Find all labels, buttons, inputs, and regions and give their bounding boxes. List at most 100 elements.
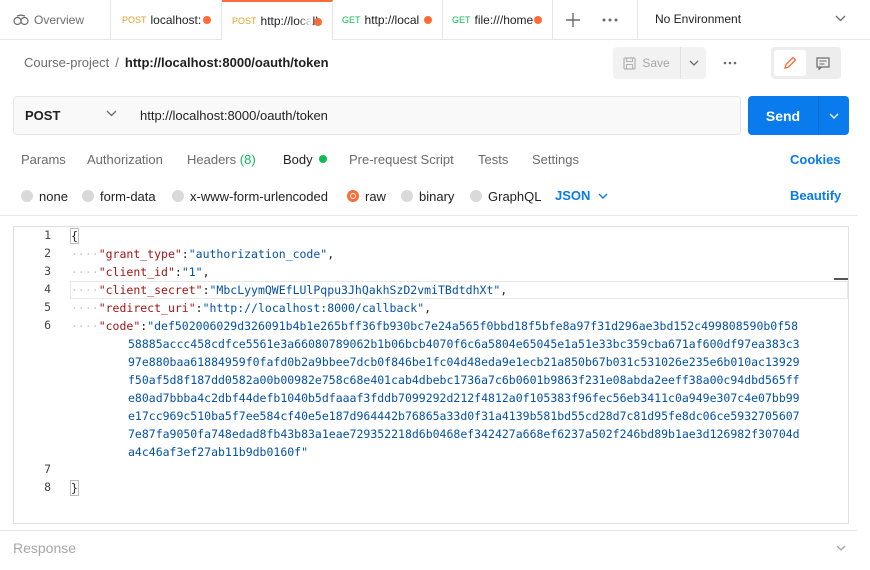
tab-authorization[interactable]: Authorization <box>87 152 163 167</box>
view-mode-toggle <box>771 47 841 79</box>
code-wrapped-line: f50af5d8f187dd0582a00b00982e758c68e401ca… <box>128 373 800 387</box>
environment-label: No Environment <box>655 12 742 26</box>
tab-get-local[interactable]: GET http://local <box>333 0 443 40</box>
line-number: 1 <box>44 228 51 242</box>
json-colon: : <box>202 283 210 297</box>
radio-label: x-www-form-urlencoded <box>190 188 328 204</box>
unsaved-dot <box>314 18 322 26</box>
json-value: "1" <box>181 265 203 279</box>
headers-count: (8) <box>239 152 256 167</box>
radio-button[interactable] <box>21 190 33 202</box>
json-colon: : <box>181 247 189 261</box>
body-indicator-dot <box>318 155 327 163</box>
radio-label: none <box>39 188 68 204</box>
tab-settings[interactable]: Settings <box>532 152 579 167</box>
code-line: ····"grant_type":"authorization_code", <box>71 245 334 263</box>
edit-mode-button[interactable] <box>774 50 806 76</box>
tab-fade <box>298 2 312 40</box>
line-number-gutter: 1 2 3 4 5 6 7 8 <box>14 227 69 523</box>
tab-tests[interactable]: Tests <box>478 152 508 167</box>
body-type-urlencoded[interactable]: x-www-form-urlencoded <box>172 188 328 204</box>
send-options-button[interactable] <box>818 96 849 135</box>
code-wrapped-line: e80ad7bbba4c2dbf44defb1040b5dfaaaf3fddb7… <box>128 391 800 405</box>
tab-post-token[interactable]: POST http://localh <box>222 0 333 40</box>
request-name[interactable]: http://localhost:8000/oauth/token <box>125 55 329 70</box>
json-key: "client_secret" <box>98 283 203 297</box>
tab-overview[interactable]: Overview <box>0 0 111 40</box>
line-number: 6 <box>44 318 51 332</box>
save-button[interactable]: Save <box>613 47 680 79</box>
divider <box>0 215 857 216</box>
unsaved-dot <box>424 16 432 24</box>
tab-label: localhost: <box>150 13 202 27</box>
json-key: "client_id" <box>98 265 175 279</box>
chevron-down-icon[interactable] <box>836 545 846 551</box>
documentation-button[interactable] <box>808 50 838 76</box>
url-input[interactable]: http://localhost:8000/oauth/token <box>127 96 741 135</box>
radio-button[interactable] <box>172 190 184 202</box>
save-options-button[interactable] <box>680 47 706 79</box>
body-type-none[interactable]: none <box>21 188 68 204</box>
response-title: Response <box>13 540 77 556</box>
indent-guide: ···· <box>71 319 99 333</box>
tab-params[interactable]: Params <box>21 152 66 167</box>
method-badge: GET <box>342 15 361 25</box>
save-group: Save <box>613 47 706 79</box>
json-value: "authorization_code" <box>188 247 328 261</box>
json-key: "grant_type" <box>98 247 182 261</box>
json-value: "http://localhost:8000/callback" <box>202 301 425 315</box>
body-language-select[interactable]: JSON <box>555 188 608 203</box>
json-comma: , <box>327 247 335 261</box>
json-key: "code" <box>98 319 141 333</box>
open-brace: { <box>70 228 79 244</box>
radio-button[interactable] <box>470 190 482 202</box>
breadcrumb-collection[interactable]: Course-project <box>24 55 109 70</box>
tabs-more-button[interactable] <box>598 8 622 32</box>
method-select[interactable]: POST <box>13 96 128 135</box>
new-tab-button[interactable] <box>561 8 585 32</box>
tab-post-localhost[interactable]: POST localhost: <box>111 0 222 40</box>
body-type-binary[interactable]: binary <box>401 188 454 204</box>
environment-select[interactable]: No Environment <box>637 0 870 40</box>
tab-label: http://localh <box>260 14 322 28</box>
indent-guide: ···· <box>71 283 99 297</box>
body-editor[interactable]: 1 2 3 4 5 6 7 8 { ····"grant_type":"auth… <box>13 226 849 524</box>
tab-body[interactable]: Body <box>283 152 327 167</box>
radio-button[interactable] <box>401 190 413 202</box>
tab-headers[interactable]: Headers (8) <box>187 152 256 167</box>
radio-button-checked[interactable] <box>347 190 359 202</box>
body-type-form-data[interactable]: form-data <box>82 188 156 204</box>
tab-prerequest-script[interactable]: Pre-request Script <box>349 152 454 167</box>
tab-get-file[interactable]: GET file:///home <box>443 0 553 40</box>
more-icon <box>602 18 618 22</box>
json-comma: , <box>424 301 432 315</box>
radio-label: binary <box>419 188 455 204</box>
body-type-raw[interactable]: raw <box>347 188 386 204</box>
json-value: "def502006029d326091b4b1e265bff36fb930bc… <box>147 319 799 333</box>
tab-label: http://local <box>364 13 420 27</box>
tab-bar: Overview POST localhost: POST http://loc… <box>0 0 870 40</box>
line-number: 3 <box>44 264 51 278</box>
code-wrapped-line: 97e880baa61884959f0fafd0b2a9bbee7dcb0f84… <box>128 355 800 369</box>
method-badge: POST <box>232 16 257 26</box>
plus-icon <box>566 13 580 27</box>
body-type-graphql[interactable]: GraphQL <box>470 188 541 204</box>
send-button[interactable]: Send <box>748 96 818 135</box>
line-number: 5 <box>44 300 51 314</box>
json-value: "MbcLyymQWEfLUlPqpu3JhQakhSzD2vmiTBdtdhX… <box>209 283 501 297</box>
code-line: } <box>70 479 79 497</box>
request-more-button[interactable] <box>718 54 742 72</box>
cookies-link[interactable]: Cookies <box>790 152 841 167</box>
code-wrapped-line: a4c46af3ef27ab11b9db0160f" <box>128 445 309 459</box>
indent-guide: ···· <box>71 301 99 315</box>
line-number: 7 <box>44 462 51 476</box>
pencil-icon <box>784 56 797 69</box>
code-line: ····"client_secret":"MbcLyymQWEfLUlPqpu3… <box>71 281 507 299</box>
save-icon <box>623 56 636 70</box>
beautify-button[interactable]: Beautify <box>790 188 841 203</box>
tab-label: Overview <box>34 13 85 27</box>
code-wrapped-line: 58885accc458cdfce5561e3a66080789062b1b06… <box>128 337 800 351</box>
json-key: "redirect_uri" <box>98 301 196 315</box>
radio-button[interactable] <box>82 190 94 202</box>
response-panel[interactable]: Response <box>0 530 857 570</box>
